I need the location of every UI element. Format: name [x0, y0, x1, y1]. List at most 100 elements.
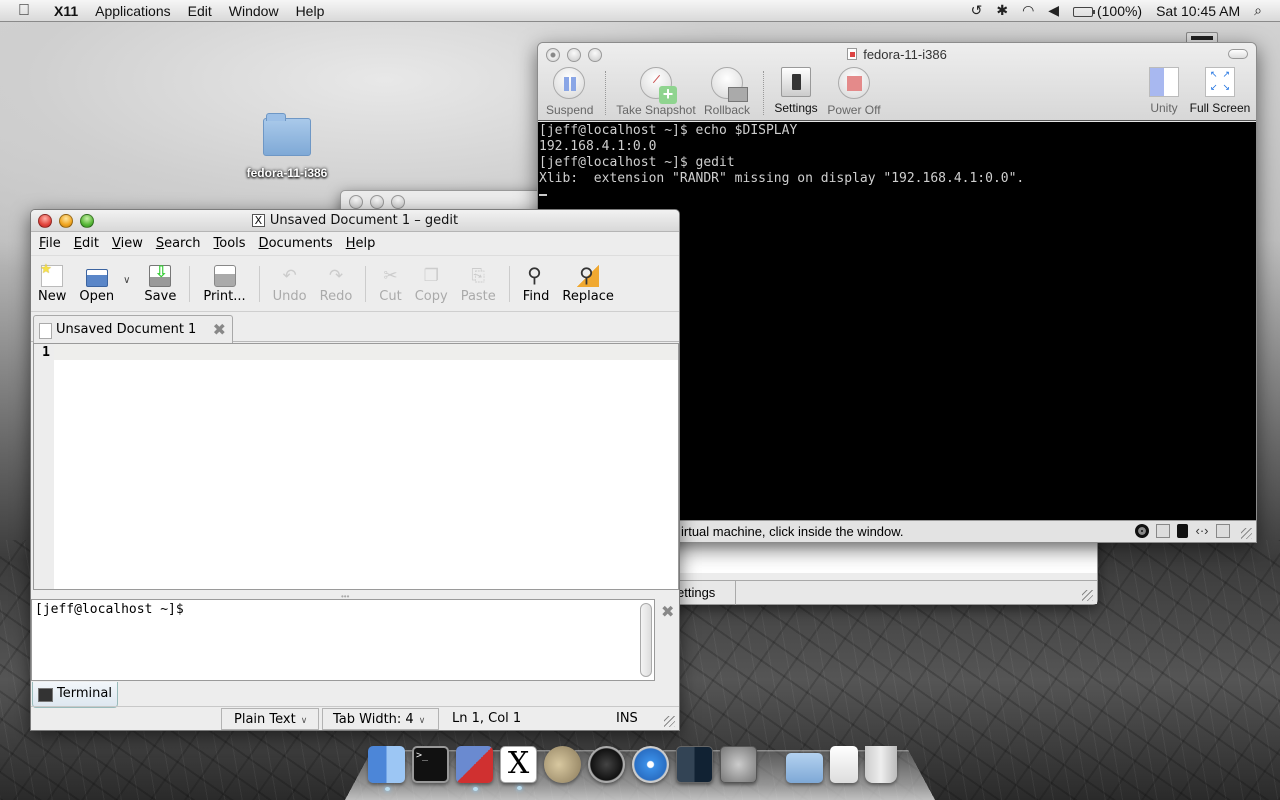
floppy-icon[interactable] — [1156, 524, 1170, 538]
console-line: 192.168.4.1:0.0 — [539, 139, 657, 154]
gedit-toolbar: New Open ∨ Save Print... ↶ Undo ↷ Redo ✂ Cu… — [31, 256, 679, 312]
resize-grip[interactable] — [1082, 590, 1093, 601]
menu-edit[interactable]: Edit — [74, 236, 99, 251]
vmware-status-message: irtual machine, click inside the window. — [681, 524, 904, 539]
time-machine-icon[interactable]: ↺ — [971, 2, 983, 19]
hard-disk-icon[interactable] — [1177, 524, 1188, 538]
take-snapshot-button[interactable]: Take Snapshot — [616, 67, 696, 117]
settings-button[interactable]: Settings — [772, 67, 820, 115]
tab-unsaved-document-1[interactable]: Unsaved Document 1 ✖ — [33, 315, 233, 343]
printer-icon — [213, 265, 236, 287]
find-button[interactable]: Find — [522, 263, 550, 304]
full-screen-button[interactable]: ↖ ↗ ↙ ↘ Full Screen — [1188, 67, 1252, 115]
resize-grip[interactable] — [664, 716, 675, 727]
window-controls — [349, 195, 405, 209]
suspend-button[interactable]: Suspend — [546, 67, 593, 117]
menu-file[interactable]: File — [39, 236, 61, 251]
menu-edit[interactable]: Edit — [188, 3, 212, 19]
dock-gimp-icon[interactable] — [544, 746, 581, 783]
minimize-button[interactable] — [59, 214, 73, 228]
tab-terminal[interactable]: Terminal — [32, 682, 118, 708]
cd-drive-icon[interactable] — [1135, 524, 1149, 538]
open-label: Open — [79, 289, 115, 304]
close-tab-icon[interactable]: ✖ — [213, 320, 226, 339]
resize-grip[interactable] — [1241, 528, 1252, 539]
menu-app-x11[interactable]: X11 — [54, 3, 78, 19]
embedded-terminal[interactable]: [jeff@localhost ~]$ — [31, 599, 655, 681]
menu-documents[interactable]: Documents — [259, 236, 333, 251]
network-icon[interactable]: ‹·› — [1195, 524, 1209, 538]
new-button[interactable]: New — [38, 262, 66, 304]
dock-document-icon[interactable] — [830, 746, 858, 783]
bluetooth-icon[interactable]: ✱ — [996, 2, 1008, 19]
language-selector[interactable]: Plain Text ∨ — [221, 708, 319, 730]
vmware-title-text: fedora-11-i386 — [863, 47, 947, 62]
apple-menu-icon[interactable]:  — [18, 2, 38, 20]
dock-documents-folder-icon[interactable] — [786, 753, 823, 783]
wifi-icon[interactable]: ◠ — [1022, 2, 1034, 19]
redo-icon: ↷ — [328, 266, 344, 286]
volume-icon[interactable]: ◀ — [1048, 2, 1059, 19]
mac-menubar:  X11 Applications Edit Window Help ↺ ✱ … — [0, 0, 1280, 22]
dock-vmware-icon[interactable] — [456, 746, 493, 791]
print-button[interactable]: Print... — [203, 265, 246, 304]
close-button[interactable] — [38, 214, 52, 228]
vm-document-icon — [847, 48, 858, 60]
rollback-button[interactable]: Rollback — [702, 67, 752, 117]
open-button[interactable]: Open — [79, 265, 114, 304]
shared-folders-icon[interactable] — [1216, 524, 1230, 538]
redo-button[interactable]: ↷ Redo — [320, 265, 353, 304]
unity-button[interactable]: Unity — [1146, 67, 1182, 115]
menu-view[interactable]: View — [112, 236, 143, 251]
minimize-button[interactable] — [370, 195, 384, 209]
find-label: Find — [522, 289, 550, 304]
running-indicator — [384, 787, 390, 791]
toolbar-toggle-button[interactable] — [1228, 49, 1248, 59]
dock-trash-icon[interactable] — [865, 746, 897, 783]
cut-label: Cut — [379, 289, 402, 304]
menu-help[interactable]: Help — [296, 3, 325, 19]
replace-button[interactable]: Replace — [562, 263, 613, 304]
menu-help[interactable]: Help — [346, 236, 376, 251]
dock-terminal-icon[interactable]: >_ — [412, 746, 449, 783]
copy-button[interactable]: ❐ Copy — [415, 265, 448, 304]
menubar-clock[interactable]: Sat 10:45 AM — [1156, 3, 1240, 19]
power-off-button[interactable]: Power Off — [826, 67, 882, 117]
menu-window[interactable]: Window — [229, 3, 279, 19]
paste-button[interactable]: ⎘ Paste — [461, 265, 496, 304]
desktop-folder[interactable]: fedora-11-i386 — [232, 113, 342, 180]
zoom-button[interactable] — [80, 214, 94, 228]
dock-finder-icon[interactable] — [368, 746, 405, 791]
open-recent-dropdown[interactable]: ∨ — [123, 275, 130, 286]
close-button[interactable] — [349, 195, 363, 209]
take-snapshot-label: Take Snapshot — [616, 103, 696, 117]
tab-width-selector[interactable]: Tab Width: 4 ∨ — [322, 708, 439, 730]
document-tabs: Unsaved Document 1 ✖ — [31, 312, 679, 343]
text-editor[interactable]: 1 — [33, 343, 679, 590]
toolbar-separator — [189, 266, 191, 302]
vmware-titlebar: fedora-11-i386 Suspend Take Snapshot Rol… — [538, 43, 1256, 121]
menu-applications[interactable]: Applications — [95, 3, 171, 19]
close-bottom-pane-icon[interactable]: ✖ — [661, 602, 674, 622]
dock-dashboard-icon[interactable] — [588, 746, 625, 783]
language-label: Plain Text — [234, 712, 296, 727]
dock-spaces-icon[interactable] — [676, 746, 713, 783]
save-button[interactable]: Save — [144, 262, 176, 304]
toolbar-separator — [365, 266, 367, 302]
running-indicator — [472, 787, 478, 791]
undo-button[interactable]: ↶ Undo — [273, 265, 307, 304]
dock-system-preferences-icon[interactable] — [720, 746, 757, 783]
window-controls — [38, 214, 94, 228]
menu-search[interactable]: Search — [156, 236, 201, 251]
spotlight-search-icon[interactable]: ⌕ — [1254, 2, 1262, 19]
battery-icon — [1073, 6, 1096, 17]
terminal-scrollbar[interactable] — [640, 603, 652, 677]
cut-button[interactable]: ✂ Cut — [379, 265, 401, 304]
unity-label: Unity — [1150, 101, 1178, 115]
menu-tools[interactable]: Tools — [214, 236, 246, 251]
battery-status[interactable]: (100%) — [1073, 3, 1142, 19]
dock-x11-icon[interactable]: X — [500, 746, 537, 790]
folder-icon — [263, 113, 311, 156]
zoom-button[interactable] — [391, 195, 405, 209]
dock-safari-icon[interactable] — [632, 746, 669, 783]
